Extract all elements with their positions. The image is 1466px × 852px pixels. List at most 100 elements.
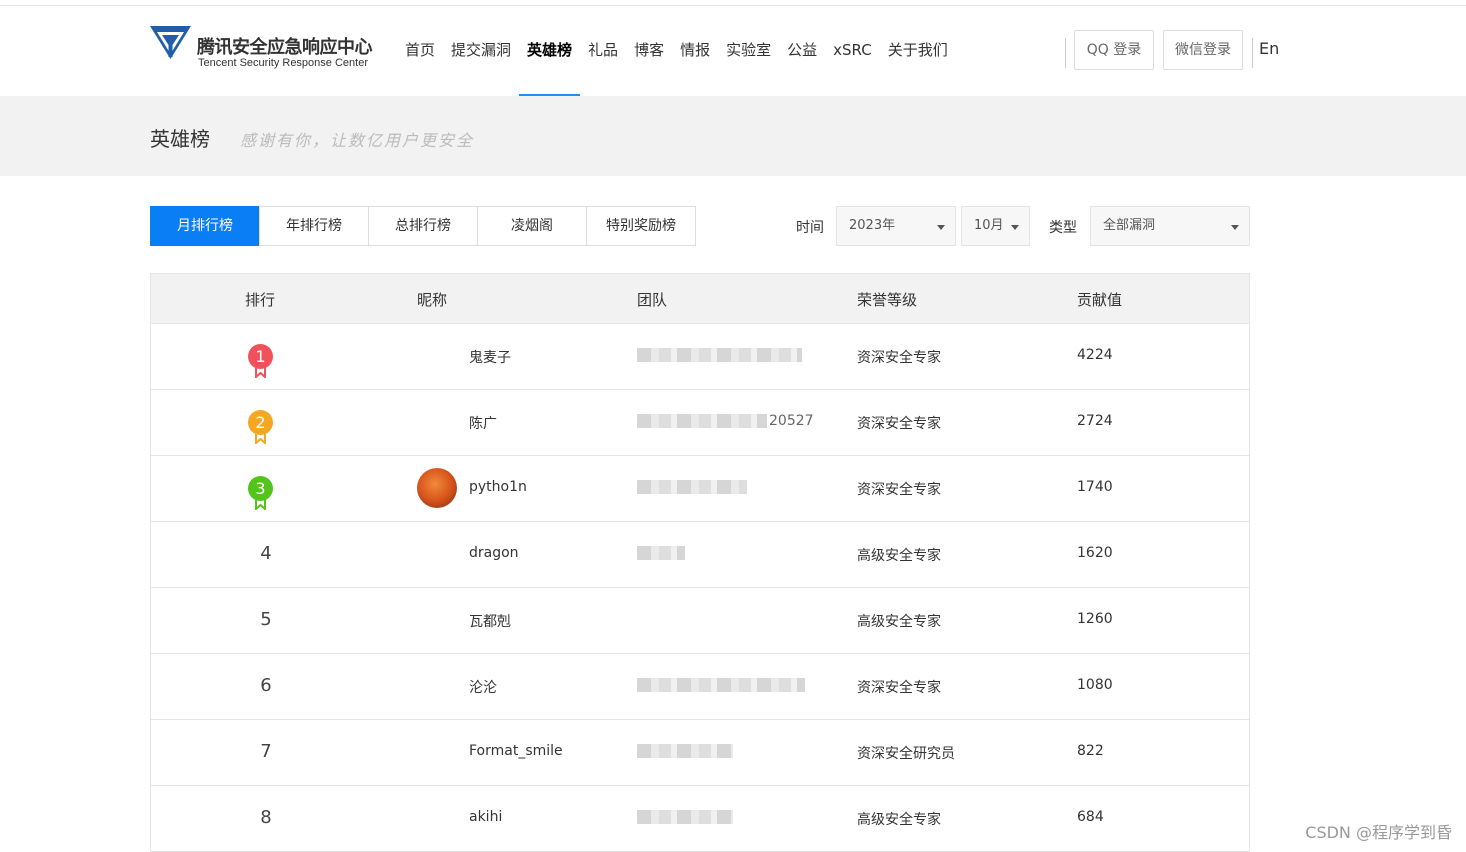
site-logo[interactable]: 腾讯安全应急响应中心 Tencent Security Response Cen… [150,26,400,76]
rank-number: 8 [256,807,276,828]
col-score: 贡献值 [1077,289,1122,310]
honor-level: 高级安全专家 [857,545,941,565]
chevron-down-icon [1231,225,1239,230]
col-level: 荣誉等级 [857,289,917,310]
nav-charity[interactable]: 公益 [779,6,825,96]
nav-home[interactable]: 首页 [397,6,443,96]
chevron-down-icon [1011,225,1019,230]
ranking-tabs: 月排行榜 年排行榜 总排行榜 凌烟阁 特别奖励榜 [150,206,696,246]
tab-yearly[interactable]: 年排行榜 [259,206,369,246]
page-banner: 英雄榜 感谢有你，让数亿用户更安全 [0,96,1466,176]
table-row: 6 沦沦 资深安全专家 1080 [151,654,1249,720]
score: 684 [1077,809,1104,825]
score: 1080 [1077,677,1113,693]
header-divider [1065,38,1066,68]
page-title: 英雄榜 [150,123,210,152]
honor-level: 资深安全专家 [857,479,941,499]
header-divider [1252,38,1253,68]
nav-intel[interactable]: 情报 [672,6,718,96]
nickname[interactable]: akihi [469,809,502,825]
nav-blog[interactable]: 博客 [626,6,672,96]
rank-number: 7 [256,741,276,762]
silver-medal-icon: 2 [248,410,274,446]
nickname[interactable]: Format_smile [469,743,563,759]
year-select[interactable]: 2023年 [836,206,956,246]
tsrc-logo-icon [150,26,192,60]
language-switch[interactable]: En [1259,39,1279,58]
time-filter-label: 时间 [796,217,824,237]
wechat-login-button[interactable]: 微信登录 [1163,30,1243,70]
year-select-value: 2023年 [849,218,895,233]
nav-lab[interactable]: 实验室 [718,6,779,96]
table-row: 5 瓦都剋 高级安全专家 1260 [151,588,1249,654]
tab-lingyange[interactable]: 凌烟阁 [477,206,587,246]
team-fragment: 20527 [769,413,814,429]
honor-level: 高级安全专家 [857,809,941,829]
tab-special-reward[interactable]: 特别奖励榜 [586,206,696,246]
ribbon-icon [255,498,266,510]
team-redacted [637,414,767,428]
table-row: 4 dragon 高级安全专家 1620 [151,522,1249,588]
table-row: 3 pytho1n 资深安全专家 1740 [151,456,1249,522]
table-row: 1 鬼麦子 资深安全专家 4224 [151,324,1249,390]
logo-english-name: Tencent Security Response Center [198,57,368,69]
score: 2724 [1077,413,1113,429]
score: 1740 [1077,479,1113,495]
team-redacted [637,348,802,362]
team-redacted [637,678,805,692]
score: 822 [1077,743,1104,759]
nickname[interactable]: 瓦都剋 [469,611,511,631]
logo-chinese-name: 腾讯安全应急响应中心 [197,33,372,59]
honor-level: 高级安全专家 [857,611,941,631]
honor-level: 资深安全专家 [857,677,941,697]
tab-total[interactable]: 总排行榜 [368,206,478,246]
gold-medal-icon: 1 [248,344,274,380]
csdn-watermark: CSDN @程序学到昏 [1305,819,1452,843]
team-redacted [637,480,747,494]
nickname[interactable]: 陈广 [469,413,497,433]
bronze-medal-icon: 3 [248,476,274,512]
type-select-value: 全部漏洞 [1103,218,1155,233]
tab-monthly[interactable]: 月排行榜 [150,206,260,246]
team-redacted [637,810,733,824]
nickname[interactable]: dragon [469,545,519,561]
avatar[interactable] [417,468,457,508]
qq-login-button[interactable]: QQ 登录 [1074,30,1154,70]
rank-number: 4 [256,543,276,564]
page-subtitle: 感谢有你，让数亿用户更安全 [240,127,474,151]
honor-level: 资深安全专家 [857,413,941,433]
ribbon-icon [255,366,266,378]
table-row: 2 陈广 20527 资深安全专家 2724 [151,390,1249,456]
site-header: 腾讯安全应急响应中心 Tencent Security Response Cen… [0,6,1466,96]
score: 1620 [1077,545,1113,561]
nickname[interactable]: pytho1n [469,479,527,495]
honor-level: 资深安全研究员 [857,743,955,763]
col-nickname: 昵称 [417,289,447,310]
nav-submit-vuln[interactable]: 提交漏洞 [443,6,519,96]
table-row: 7 Format_smile 资深安全研究员 822 [151,720,1249,786]
rank-number: 6 [256,675,276,696]
score: 1260 [1077,611,1113,627]
table-header: 排行 昵称 团队 荣誉等级 贡献值 [151,274,1249,324]
type-filter-label: 类型 [1049,217,1077,237]
rank-number: 5 [256,609,276,630]
nickname[interactable]: 沦沦 [469,677,497,697]
ranking-table: 排行 昵称 团队 荣誉等级 贡献值 1 鬼麦子 资深安全专家 4224 2 陈广… [150,273,1250,852]
table-row: 8 akihi 高级安全专家 684 [151,786,1249,852]
month-select[interactable]: 10月 [961,206,1030,246]
type-select[interactable]: 全部漏洞 [1090,206,1250,246]
ribbon-icon [255,432,266,444]
nav-about[interactable]: 关于我们 [880,6,956,96]
month-select-value: 10月 [974,218,1004,233]
chevron-down-icon [937,225,945,230]
honor-level: 资深安全专家 [857,347,941,367]
nickname[interactable]: 鬼麦子 [469,347,511,367]
team-redacted [637,546,685,560]
nav-hall-of-fame[interactable]: 英雄榜 [519,6,580,96]
col-rank: 排行 [245,289,275,310]
score: 4224 [1077,347,1113,363]
nav-gifts[interactable]: 礼品 [580,6,626,96]
nav-xsrc[interactable]: xSRC [825,6,880,96]
team-redacted [637,744,733,758]
main-nav: 首页 提交漏洞 英雄榜 礼品 博客 情报 实验室 公益 xSRC 关于我们 [397,6,956,96]
